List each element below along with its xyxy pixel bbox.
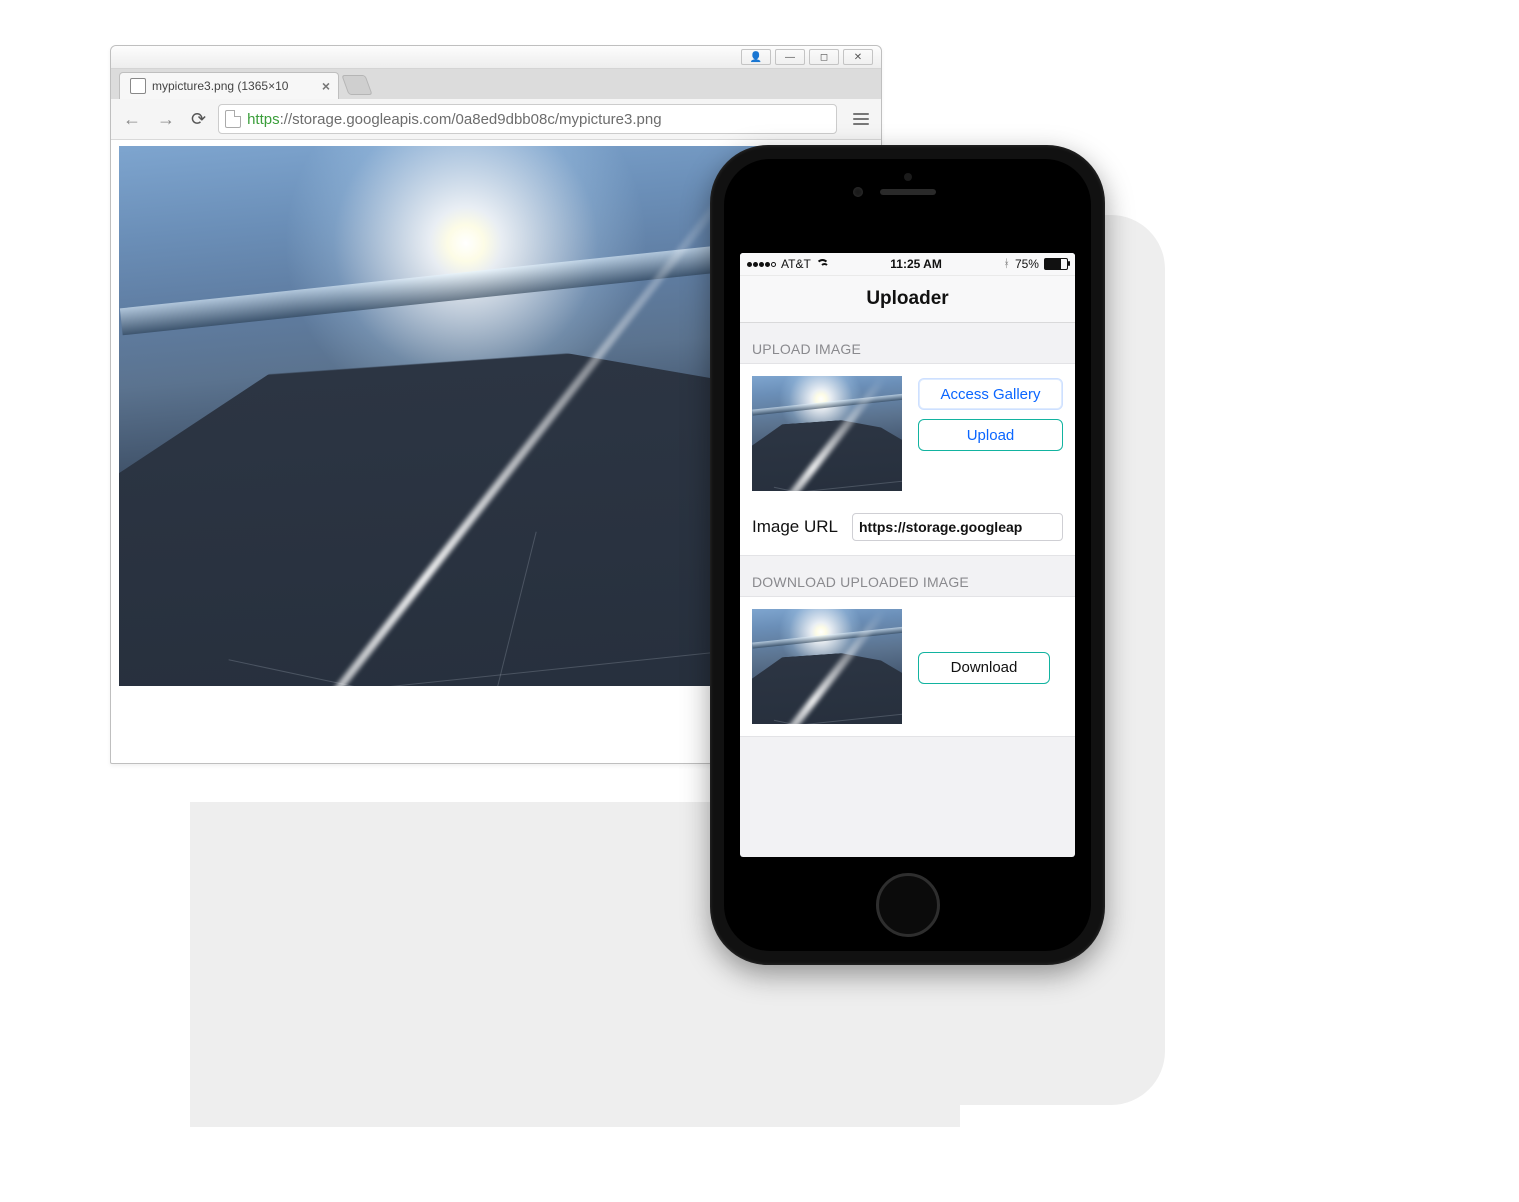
access-gallery-button[interactable]: Access Gallery — [918, 378, 1063, 410]
battery-icon — [1044, 258, 1068, 270]
window-maximize-button[interactable]: ◻ — [809, 49, 839, 65]
hamburger-menu-icon[interactable] — [853, 113, 869, 125]
phone-speaker — [880, 189, 936, 195]
image-url-label: Image URL — [752, 517, 838, 537]
tab-close-icon[interactable]: × — [322, 78, 330, 94]
signal-icon — [747, 262, 776, 267]
phone-sensor — [904, 173, 912, 181]
upload-panel: Access Gallery Upload Image URL https://… — [740, 363, 1075, 556]
app-title: Uploader — [866, 288, 948, 310]
download-panel: Download — [740, 596, 1075, 737]
status-time: 11:25 AM — [890, 257, 942, 271]
download-thumbnail — [752, 609, 902, 724]
window-titlebar: 👤 — ◻ ✕ — [111, 46, 881, 69]
wifi-icon — [816, 259, 829, 269]
tab-title: mypicture3.png (1365×10 — [152, 79, 316, 93]
window-close-button[interactable]: ✕ — [843, 49, 873, 65]
browser-toolbar: ← → ⟳ https://storage.googleapis.com/0a8… — [111, 99, 881, 140]
phone-screen: AT&T 11:25 AM ᚼ 75% Uploader UPLOAD IMAG… — [740, 253, 1075, 857]
tab-strip: mypicture3.png (1365×10 × — [111, 69, 881, 99]
reload-button[interactable]: ⟳ — [187, 107, 210, 132]
address-bar[interactable]: https://storage.googleapis.com/0a8ed9dbb… — [218, 104, 837, 134]
forward-button[interactable]: → — [153, 107, 179, 132]
section-header-download: DOWNLOAD UPLOADED IMAGE — [740, 556, 1075, 596]
section-header-upload: UPLOAD IMAGE — [740, 323, 1075, 363]
carrier-label: AT&T — [781, 257, 811, 271]
file-icon — [130, 78, 146, 94]
phone-device: AT&T 11:25 AM ᚼ 75% Uploader UPLOAD IMAG… — [710, 145, 1105, 965]
app-navbar: Uploader — [740, 276, 1075, 323]
battery-percent: 75% — [1015, 257, 1039, 271]
window-user-icon[interactable]: 👤 — [741, 49, 771, 65]
home-button[interactable] — [876, 873, 940, 937]
url-scheme: https://storage.googleapis.com/0a8ed9dbb… — [247, 111, 661, 128]
back-button[interactable]: ← — [119, 107, 145, 132]
image-url-field[interactable]: https://storage.googleap — [852, 513, 1063, 541]
bluetooth-icon: ᚼ — [1003, 258, 1010, 270]
status-bar: AT&T 11:25 AM ᚼ 75% — [740, 253, 1075, 276]
page-icon — [225, 110, 241, 128]
image-url-value: https://storage.googleap — [859, 519, 1022, 535]
new-tab-button[interactable] — [341, 75, 372, 95]
phone-camera — [853, 187, 863, 197]
upload-button[interactable]: Upload — [918, 419, 1063, 451]
window-minimize-button[interactable]: — — [775, 49, 805, 65]
upload-thumbnail — [752, 376, 902, 491]
download-button[interactable]: Download — [918, 652, 1050, 684]
browser-tab[interactable]: mypicture3.png (1365×10 × — [119, 72, 339, 99]
